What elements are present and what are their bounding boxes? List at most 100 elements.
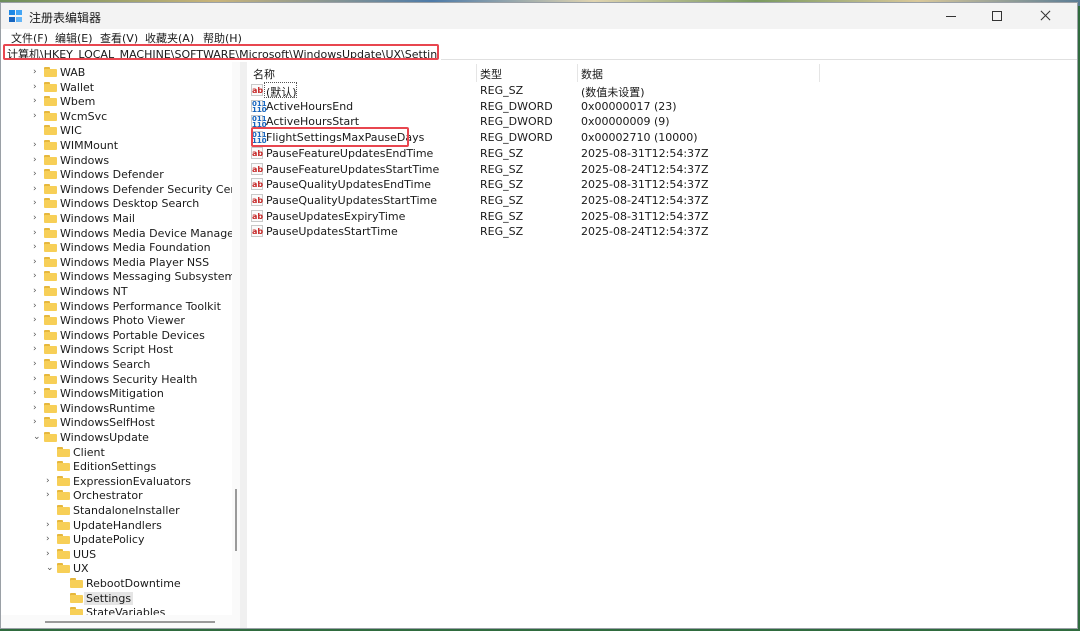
chevron-right-icon[interactable]: › <box>33 184 40 194</box>
tree-vscroll-thumb[interactable] <box>235 489 237 551</box>
column-divider[interactable] <box>476 64 477 82</box>
tree-item-client[interactable]: Client <box>1 446 240 460</box>
value-row[interactable]: ab PauseFeatureUpdatesStartTime REG_SZ 2025… <box>247 162 847 177</box>
tree-item-windows-messaging-subsystem[interactable]: › Windows Messaging Subsystem <box>1 270 240 284</box>
tree-item-windows-nt[interactable]: › Windows NT <box>1 285 240 299</box>
chevron-right-icon[interactable]: › <box>33 360 40 369</box>
value-row[interactable]: 011 110 ActiveHoursEnd REG_DWORD 0x00000017 … <box>247 99 847 114</box>
pane-splitter[interactable] <box>240 62 247 628</box>
tree-item-windows-security-health[interactable]: › Windows Security Health <box>1 373 240 387</box>
tree-item-wic[interactable]: WIC <box>1 124 240 138</box>
chevron-right-icon[interactable]: › <box>33 257 40 267</box>
chevron-right-icon[interactable]: › <box>33 155 40 165</box>
chevron-right-icon[interactable]: › <box>33 199 40 208</box>
tree-item-label: UUS <box>73 547 97 561</box>
tree-item-updatepolicy[interactable]: › UpdatePolicy <box>1 533 240 547</box>
value-row[interactable]: ab PauseUpdatesExpiryTime REG_SZ 2025-08-31… <box>247 209 847 224</box>
tree-item-wbem[interactable]: › Wbem <box>1 95 240 109</box>
value-row[interactable]: ab PauseQualityUpdatesEndTime REG_SZ 2025-0… <box>247 177 847 192</box>
chevron-right-icon[interactable]: › <box>33 97 40 106</box>
tree-item-wab[interactable]: › WAB <box>1 66 240 80</box>
chevron-right-icon[interactable]: › <box>33 403 40 413</box>
chevron-right-icon[interactable]: › <box>33 345 40 354</box>
chevron-right-icon[interactable]: › <box>33 214 40 223</box>
column-header-name[interactable]: 名称 <box>253 66 275 82</box>
chevron-right-icon[interactable]: › <box>33 228 40 238</box>
column-divider[interactable] <box>577 64 578 82</box>
chevron-right-icon[interactable]: › <box>46 476 53 486</box>
tree-item-windowsruntime[interactable]: › WindowsRuntime <box>1 402 240 416</box>
column-header-data[interactable]: 数据 <box>581 66 603 82</box>
tree-item-wcmsvc[interactable]: › WcmSvc <box>1 110 240 124</box>
tree-hscroll-thumb[interactable] <box>45 621 215 623</box>
tree-item-windows-media-player-nss[interactable]: › Windows Media Player NSS <box>1 256 240 270</box>
column-header-type[interactable]: 类型 <box>480 66 502 82</box>
tree-item-windows-mail[interactable]: › Windows Mail <box>1 212 240 226</box>
string-value-icon: ab <box>251 178 264 191</box>
tree-item-windowsselfhost[interactable]: › WindowsSelfHost <box>1 416 240 430</box>
chevron-right-icon[interactable]: › <box>33 389 40 398</box>
tree-item-uus[interactable]: › UUS <box>1 548 240 562</box>
chevron-right-icon[interactable]: › <box>33 418 40 427</box>
chevron-right-icon[interactable]: › <box>33 243 40 252</box>
column-divider[interactable] <box>819 64 820 82</box>
tree-item-updatehandlers[interactable]: › UpdateHandlers <box>1 519 240 533</box>
chevron-right-icon[interactable]: › <box>33 287 40 296</box>
tree-item-windows-defender[interactable]: › Windows Defender <box>1 168 240 182</box>
maximize-button[interactable] <box>975 3 1019 29</box>
tree-item-settings[interactable]: Settings <box>1 591 240 606</box>
chevron-right-icon[interactable]: › <box>33 316 40 325</box>
value-row[interactable]: ab PauseQualityUpdatesStartTime REG_SZ 2025… <box>247 193 847 208</box>
chevron-down-icon[interactable]: ⌄ <box>46 564 54 573</box>
chevron-right-icon[interactable]: › <box>46 549 53 559</box>
chevron-right-icon[interactable]: › <box>33 141 40 150</box>
title-bar[interactable]: 注册表编辑器 <box>1 3 1077 29</box>
tree-item-windows-media-foundation[interactable]: › Windows Media Foundation <box>1 241 240 255</box>
value-row[interactable]: ab PauseUpdatesStartTime REG_SZ 2025-08-24T… <box>247 224 847 239</box>
chevron-right-icon[interactable]: › <box>33 330 40 340</box>
tree-item-windows-defender-security-center[interactable]: › Windows Defender Security Center <box>1 183 240 197</box>
chevron-right-icon[interactable]: › <box>46 520 53 530</box>
chevron-right-icon[interactable]: › <box>33 68 40 77</box>
tree-item-ux[interactable]: ⌄ UX <box>1 562 240 576</box>
tree-vertical-scrollbar[interactable] <box>232 62 240 615</box>
folder-icon <box>57 534 70 545</box>
address-bar[interactable]: 计算机\HKEY_LOCAL_MACHINE\SOFTWARE\Microsof… <box>3 44 439 60</box>
tree-item-windowsupdate[interactable]: ⌄ WindowsUpdate <box>1 431 240 445</box>
tree-item-windows-photo-viewer[interactable]: › Windows Photo Viewer <box>1 314 240 328</box>
close-button[interactable] <box>1023 3 1067 29</box>
tree-item-windows-portable-devices[interactable]: › Windows Portable Devices <box>1 329 240 343</box>
tree-item-expressionevaluators[interactable]: › ExpressionEvaluators <box>1 475 240 489</box>
tree-item-windows-search[interactable]: › Windows Search <box>1 358 240 372</box>
chevron-right-icon[interactable]: › <box>33 272 40 281</box>
chevron-right-icon[interactable]: › <box>33 170 40 179</box>
tree-item-statevariables[interactable]: StateVariables <box>1 606 240 615</box>
tree-item-wallet[interactable]: › Wallet <box>1 81 240 95</box>
tree-item-label: Windows Search <box>60 358 151 371</box>
chevron-right-icon[interactable]: › <box>46 535 53 544</box>
tree-item-rebootdowntime[interactable]: RebootDowntime <box>1 577 240 591</box>
tree-item-windowsmitigation[interactable]: › WindowsMitigation <box>1 387 240 401</box>
minimize-button[interactable] <box>929 3 973 29</box>
chevron-down-icon[interactable]: ⌄ <box>33 433 41 442</box>
folder-icon <box>44 213 57 223</box>
chevron-right-icon[interactable]: › <box>33 374 40 384</box>
tree-item-windows[interactable]: › Windows <box>1 154 240 168</box>
chevron-right-icon[interactable]: › <box>33 111 40 121</box>
chevron-right-icon[interactable]: › <box>46 491 53 500</box>
value-row[interactable]: ab (默认) REG_SZ (数值未设置) <box>247 82 847 99</box>
tree-item-windows-script-host[interactable]: › Windows Script Host <box>1 343 240 357</box>
tree-item-orchestrator[interactable]: › Orchestrator <box>1 489 240 503</box>
folder-icon <box>57 563 70 574</box>
tree-item-windows-media-device-manager[interactable]: › Windows Media Device Manager <box>1 227 240 241</box>
tree-item-standaloneinstaller[interactable]: StandaloneInstaller <box>1 504 240 518</box>
tree-item-windows-performance-toolkit[interactable]: › Windows Performance Toolkit <box>1 300 240 314</box>
address-bar-extension[interactable] <box>441 45 1077 60</box>
tree-item-wimmount[interactable]: › WIMMount <box>1 139 240 153</box>
tree-item-editionsettings[interactable]: EditionSettings <box>1 460 240 474</box>
value-row[interactable]: ab PauseFeatureUpdatesEndTime REG_SZ 2025-0… <box>247 146 847 161</box>
chevron-right-icon[interactable]: › <box>33 301 40 311</box>
chevron-right-icon[interactable]: › <box>33 82 40 92</box>
tree-horizontal-scrollbar[interactable] <box>1 615 240 628</box>
tree-item-windows-desktop-search[interactable]: › Windows Desktop Search <box>1 197 240 211</box>
